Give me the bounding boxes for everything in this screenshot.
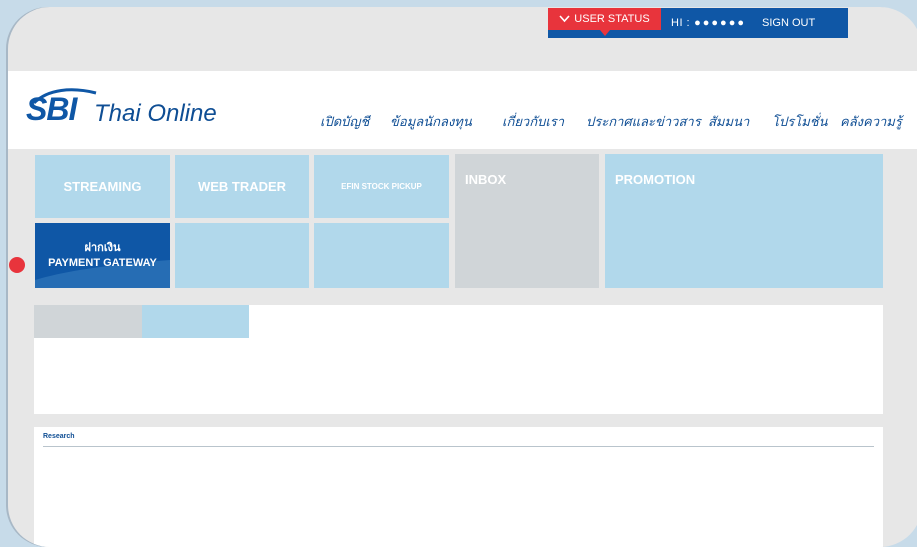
site-header: SBI Thai Online เปิดบัญชี ข้อมูลนักลงทุน… — [8, 71, 917, 149]
payment-gateway-label: PAYMENT GATEWAY — [48, 256, 157, 269]
streaming-tile[interactable]: STREAMING — [35, 155, 170, 218]
nav-seminar[interactable]: สัมมนา — [708, 111, 749, 132]
efin-stock-pickup-tile[interactable]: EFIN STOCK PICKUP — [314, 155, 449, 218]
web-trader-tile[interactable]: WEB TRADER — [175, 155, 309, 218]
research-panel: Research — [34, 427, 883, 547]
web-trader-label: WEB TRADER — [197, 179, 287, 194]
promotion-label: PROMOTION — [615, 172, 696, 187]
tab-1[interactable] — [34, 305, 142, 338]
streaming-label: STREAMING — [63, 179, 142, 194]
research-title: Research — [43, 433, 75, 440]
chevron-down-icon — [559, 15, 570, 23]
nav-investor-info[interactable]: ข้อมูลนักลงทุน — [390, 111, 472, 132]
user-status-bar: USER STATUS HI : ●●●●●● SIGN OUT — [548, 8, 848, 38]
payment-gateway-tile[interactable]: ฝากเงิน PAYMENT GATEWAY — [35, 223, 170, 288]
nav-news[interactable]: ประกาศและข่าวสาร — [586, 111, 701, 132]
promotion-tile[interactable]: PROMOTION — [605, 154, 883, 288]
empty-tile-2[interactable] — [314, 223, 449, 288]
greeting-label: HI : — [671, 17, 691, 29]
masked-username: ●●●●●● — [694, 17, 746, 29]
nav-about-us[interactable]: เกี่ยวกับเรา — [502, 111, 564, 132]
main-nav: เปิดบัญชี ข้อมูลนักลงทุน เกี่ยวกับเรา ปร… — [8, 111, 917, 131]
app-frame: USER STATUS HI : ●●●●●● SIGN OUT SBI Tha… — [8, 7, 917, 547]
efin-label: EFIN STOCK PICKUP — [341, 182, 422, 191]
nav-promotion[interactable]: โปรโมชั่น — [772, 111, 827, 132]
user-status-button[interactable]: USER STATUS — [548, 8, 661, 36]
tab-2[interactable] — [142, 305, 249, 338]
nav-open-account[interactable]: เปิดบัญชี — [320, 111, 369, 132]
inbox-tile[interactable]: INBOX — [455, 154, 599, 288]
notification-dot — [9, 257, 25, 273]
user-status-label: USER STATUS — [574, 13, 650, 25]
research-divider — [43, 446, 874, 447]
sign-out-link[interactable]: SIGN OUT — [762, 17, 815, 29]
deposit-label: ฝากเงิน — [84, 241, 121, 254]
nav-knowledge[interactable]: คลังความรู้ — [840, 111, 902, 132]
empty-tile-1[interactable] — [175, 223, 309, 288]
inbox-label: INBOX — [465, 172, 507, 187]
